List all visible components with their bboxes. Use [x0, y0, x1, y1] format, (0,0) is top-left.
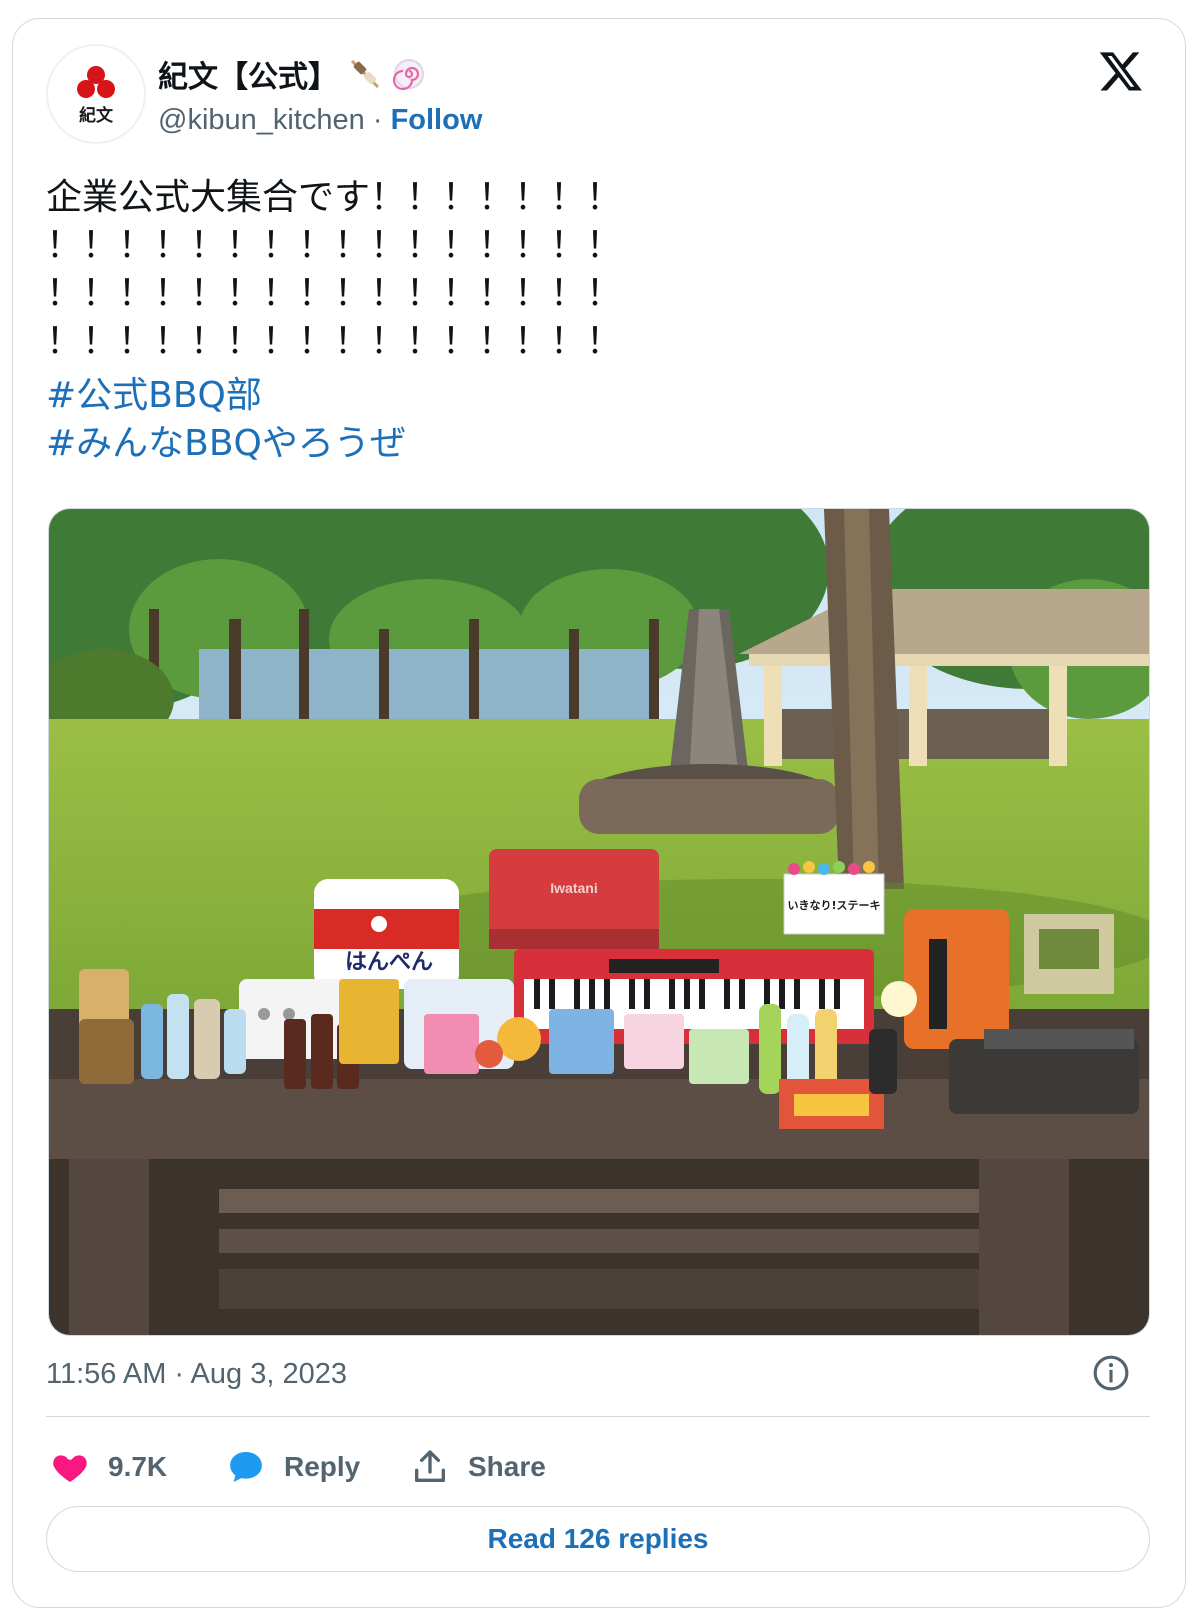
reply-label: Reply [284, 1451, 361, 1482]
x-logo-icon[interactable] [1098, 48, 1144, 94]
author-name-row[interactable]: 紀文【公式】 [158, 52, 426, 96]
share-button[interactable]: Share [410, 1442, 546, 1492]
share-label: Share [468, 1451, 546, 1482]
tweet-timestamp[interactable]: 11:56 AM · Aug 3, 2023 [46, 1358, 347, 1391]
hanpen-bag: はんぺん [314, 879, 459, 989]
tweet-text: 企業公式大集合です！！！！！！！ ！！！！！！！！！！！！！！！！ ！！！！！！… [46, 177, 623, 362]
tweet-photo[interactable]: はんぺん Iwatani いきなり!ステーキ [48, 508, 1150, 1336]
avatar[interactable]: 紀文 [46, 44, 146, 144]
read-replies-button[interactable]: Read 126 replies [46, 1506, 1150, 1572]
share-icon [415, 1450, 445, 1482]
hashtag-link-1[interactable]: #公式BBQ部 [46, 366, 262, 418]
narutomaki-icon [392, 59, 424, 91]
like-button[interactable]: 9.7K [50, 1442, 167, 1492]
reply-bubble-icon [230, 1452, 262, 1482]
handle-row: @kibun_kitchen · Follow [158, 104, 482, 137]
handle-separator: · [364, 104, 391, 136]
divider [46, 1416, 1150, 1417]
kibun-logo-icon: 紀文 [77, 66, 115, 126]
info-icon[interactable] [1092, 1354, 1130, 1392]
hashtag-link-2[interactable]: #みんなBBQやろうぜ [46, 414, 406, 466]
heart-icon [53, 1455, 87, 1482]
reply-button[interactable]: Reply [226, 1442, 360, 1492]
avatar-text: 紀文 [79, 105, 114, 126]
follow-button[interactable]: Follow [391, 104, 483, 136]
hanpen-bag-label: はんぺん [345, 950, 433, 975]
iwatani-box: Iwatani [489, 849, 659, 949]
author-handle[interactable]: @kibun_kitchen [158, 104, 365, 136]
ikinari-box-label: いきなり!ステーキ [787, 899, 880, 912]
author-display-name[interactable]: 紀文【公式】 [158, 52, 338, 96]
oden-skewer-icon [350, 59, 380, 89]
bbq-products-photo: はんぺん Iwatani いきなり!ステーキ [49, 509, 1149, 1335]
like-count: 9.7K [108, 1451, 168, 1482]
iwatani-box-label: Iwatani [550, 880, 597, 896]
